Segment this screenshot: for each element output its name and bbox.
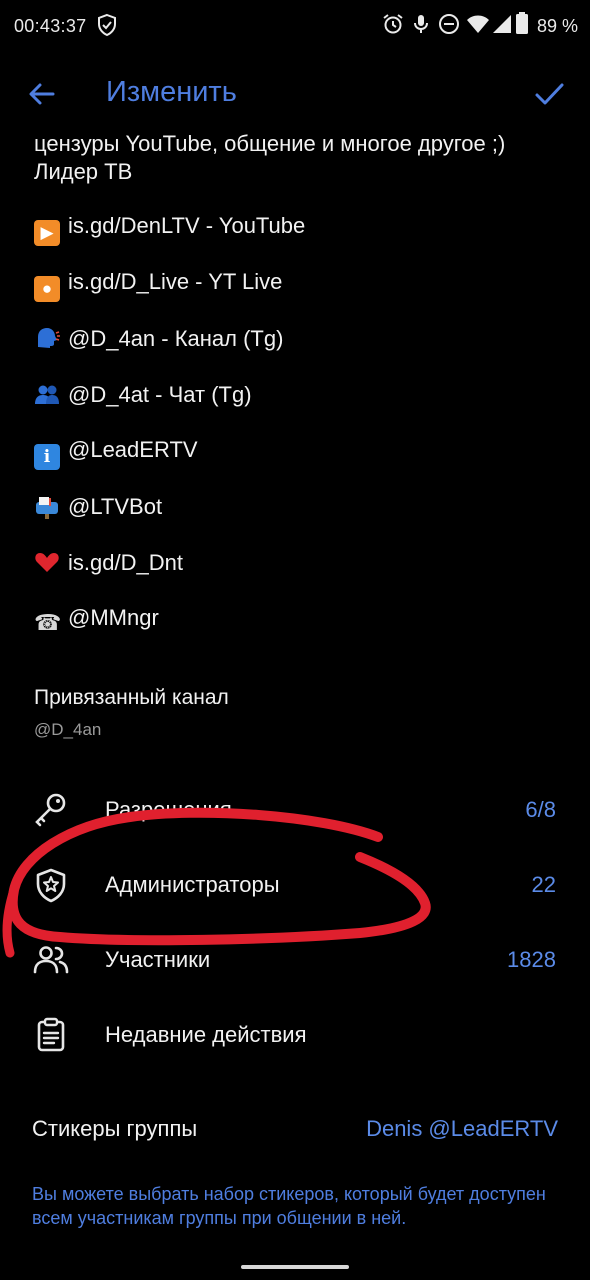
link-item[interactable]: @D_4an - Канал (Tg) bbox=[34, 325, 283, 352]
linked-channel-title: Привязанный канал bbox=[34, 686, 229, 709]
page-title: Изменить bbox=[106, 76, 237, 108]
stickers-label[interactable]: Стикеры группы bbox=[32, 1116, 197, 1142]
record-emoji-icon: ● bbox=[34, 276, 60, 302]
link-item[interactable]: is.gd/D_Dnt bbox=[34, 549, 183, 576]
status-time: 00:43:37 bbox=[14, 16, 87, 36]
menu-value: 6/8 bbox=[525, 797, 556, 822]
info-emoji-icon: i bbox=[34, 444, 60, 470]
battery-percent: 89 % bbox=[536, 16, 578, 36]
link-item[interactable]: @D_4at - Чат (Tg) bbox=[34, 381, 252, 408]
linked-channel-value[interactable]: @D_4an bbox=[34, 720, 101, 740]
wifi-icon bbox=[467, 15, 489, 33]
menu-value: 22 bbox=[531, 872, 556, 897]
link-item[interactable]: @LTVBot bbox=[34, 493, 162, 520]
save-check-icon[interactable] bbox=[532, 78, 566, 110]
link-item[interactable]: ☎ @MMngr bbox=[34, 605, 159, 636]
stickers-value[interactable]: Denis @LeadERTV bbox=[366, 1116, 558, 1142]
menu-label: Недавние действия bbox=[105, 1022, 307, 1047]
shield-check-icon bbox=[98, 13, 116, 37]
menu-item-recent-actions[interactable]: Недавние действия bbox=[0, 1000, 590, 1070]
clipboard-icon bbox=[37, 1017, 65, 1052]
home-indicator[interactable] bbox=[241, 1265, 349, 1269]
stickers-note: Вы можете выбрать набор стикеров, которы… bbox=[32, 1184, 546, 1228]
back-arrow-icon[interactable] bbox=[26, 78, 58, 110]
do-not-disturb-icon bbox=[439, 14, 459, 34]
red-highlight-scribble bbox=[2, 807, 431, 958]
mailbox-emoji-icon bbox=[34, 493, 60, 519]
telephone-emoji-icon: ☎ bbox=[34, 610, 62, 635]
people-emoji-icon bbox=[34, 381, 60, 407]
speaking-head-emoji-icon bbox=[34, 325, 60, 351]
signal-icon bbox=[493, 15, 511, 33]
battery-icon bbox=[516, 12, 528, 34]
heart-emoji-icon bbox=[34, 549, 60, 575]
description-line: цензуры YouTube, общение и многое другое… bbox=[34, 131, 506, 156]
description-line: Лидер ТВ bbox=[34, 159, 133, 184]
microphone-icon bbox=[414, 15, 428, 33]
play-emoji-icon: ▶ bbox=[34, 220, 60, 246]
menu-value: 1828 bbox=[507, 947, 556, 972]
alarm-icon bbox=[383, 14, 403, 34]
link-item[interactable]: ● is.gd/D_Live - YT Live bbox=[34, 269, 282, 302]
link-item[interactable]: i @LeadERTV bbox=[34, 437, 198, 470]
link-item[interactable]: ▶ is.gd/DenLTV - YouTube bbox=[34, 213, 305, 246]
